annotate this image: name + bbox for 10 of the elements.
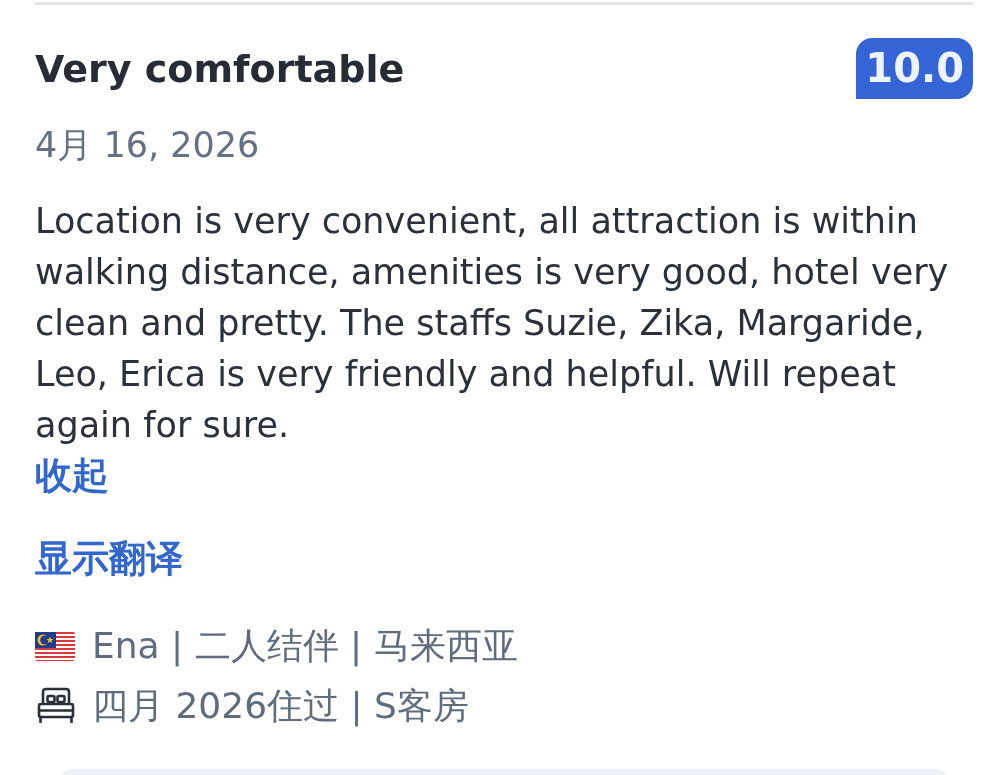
review-text: Location is very convenient, all attraction is within walking distance, amenities is very good, hotel very clean and pretty. The staffs Suzie, Zika, Margaride, Leo, Erica is very friendly and helpful. Will repeat again for sure. — [35, 200, 950, 447]
review-date: 4月 16, 2026 — [35, 124, 261, 167]
flag-icon — [35, 631, 75, 661]
collapse-link[interactable]: 收起 — [35, 451, 109, 501]
review-title: Very comfortable — [35, 45, 405, 93]
reviewer-info: Ena | 二人结伴 | 马来西亚 — [92, 624, 518, 669]
translate-link[interactable]: 显示翻译 — [35, 534, 183, 584]
bed-icon — [37, 687, 75, 725]
stay-info: 四月 2026住过 | S客房 — [92, 684, 469, 729]
score-badge: 10.0 — [856, 38, 973, 99]
